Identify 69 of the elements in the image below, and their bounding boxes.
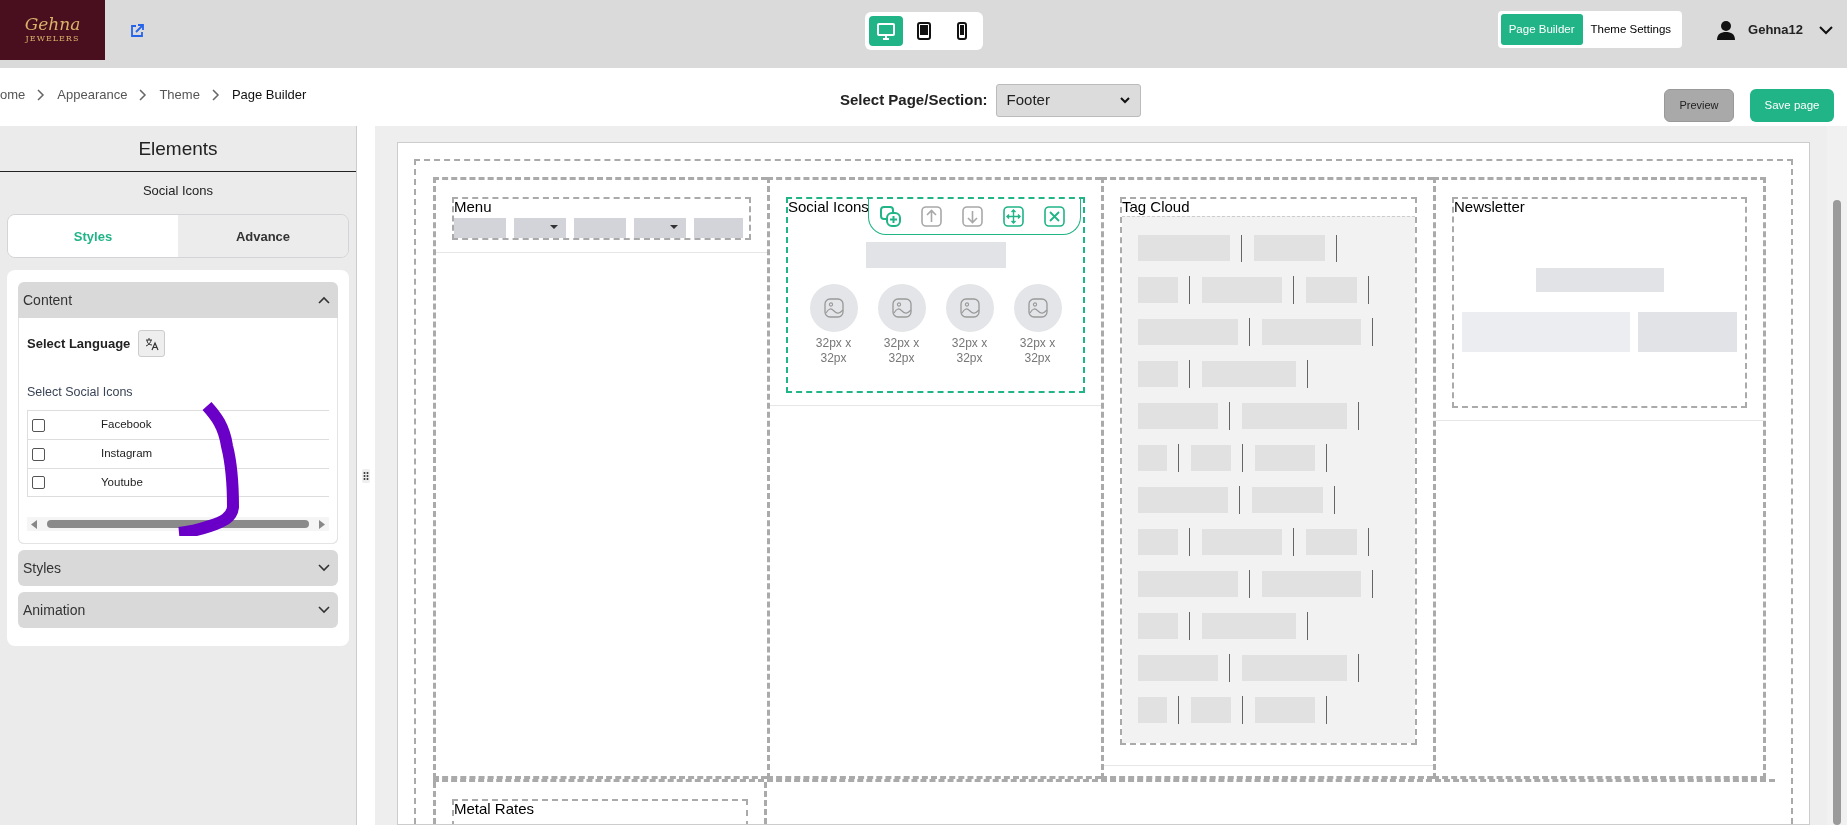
element-box[interactable]: Newsletter [1452, 197, 1747, 408]
chevron-down-icon [318, 606, 330, 615]
element-title: Metal Rates [454, 801, 536, 818]
user-name[interactable]: Gehna12 [1748, 19, 1803, 40]
element-box[interactable]: Social Icons 32px x 32px 32px x 32px 32px x 32px 32px x 32px [786, 197, 1085, 393]
move-icon [1002, 205, 1025, 228]
scroll-right-icon[interactable] [318, 519, 325, 529]
element-title: Menu [454, 199, 493, 216]
icon-size-caption: 32px x 32px [814, 335, 853, 367]
option-label: Youtube [101, 474, 143, 490]
chevron-down-icon[interactable] [1819, 24, 1833, 35]
accordion-title: Animation [23, 600, 86, 620]
preview-button[interactable]: Preview [1664, 89, 1734, 122]
resize-handle-icon[interactable] [362, 468, 370, 483]
tablet-icon [914, 22, 933, 40]
element-box[interactable]: Menu [452, 197, 751, 240]
image-icon [822, 296, 845, 319]
chevron-right-icon [37, 88, 46, 101]
element-box[interactable]: Tag Cloud [1120, 197, 1417, 745]
accordion-header[interactable]: Styles [18, 550, 338, 587]
element-box[interactable]: Metal Rates [452, 799, 748, 824]
image-icon [958, 296, 981, 319]
image-icon [1026, 296, 1049, 319]
element-name: Social Icons [141, 181, 215, 200]
close-button[interactable] [1043, 205, 1066, 228]
icon-size-caption: 32px x 32px [950, 335, 989, 367]
element-title: Social Icons [788, 199, 870, 216]
accordion-title: Content [23, 290, 73, 310]
external-link-icon[interactable] [129, 22, 145, 39]
panel-title: Elements [0, 126, 356, 172]
accordion-header[interactable]: Animation [18, 592, 338, 629]
option-label: Facebook [101, 417, 152, 433]
icon-size-caption: 32px x 32px [882, 335, 921, 367]
translate-button[interactable] [138, 330, 166, 358]
chevron-down-icon [318, 564, 330, 573]
duplicate-button[interactable] [879, 205, 902, 228]
move-button[interactable] [1002, 205, 1025, 228]
page-section-label: Select Page/Section: [840, 90, 988, 111]
translate-icon [144, 336, 159, 351]
logo-subtitle: JEWELERS [25, 32, 80, 45]
checkbox[interactable] [32, 418, 45, 432]
image-icon [890, 296, 913, 319]
duplicate-icon [879, 205, 902, 228]
scroll-left-icon[interactable] [31, 519, 38, 529]
arrow-down-icon [961, 205, 984, 228]
accordion-header[interactable]: Content [18, 282, 338, 319]
checkbox[interactable] [32, 447, 45, 461]
icon-size-caption: 32px x 32px [1018, 335, 1057, 367]
chevron-right-icon [211, 88, 220, 101]
checkbox[interactable] [32, 476, 45, 490]
arrow-up-icon [920, 205, 943, 228]
element-title: Tag Cloud [1122, 199, 1191, 216]
option-label: Instagram [101, 446, 153, 462]
page-section-select[interactable]: Footer [995, 84, 1141, 117]
chevron-up-icon [318, 296, 330, 305]
breadcrumb-link[interactable]: ome [0, 85, 26, 105]
accordion-title: Styles [23, 558, 62, 578]
breadcrumb-link[interactable]: Appearance [57, 85, 128, 105]
breadcrumb-link[interactable]: Theme [159, 85, 200, 105]
element-title: Newsletter [1454, 199, 1526, 216]
logo-text: Gehna [24, 15, 81, 33]
close-icon [1043, 205, 1066, 228]
breadcrumb-current: Page Builder [231, 86, 307, 104]
social-icons-label: Select Social Icons [27, 384, 134, 402]
user-icon[interactable] [1716, 19, 1737, 40]
chevron-right-icon [139, 88, 148, 101]
language-label: Select Language [27, 335, 131, 354]
caret-icon [1119, 97, 1130, 104]
desktop-icon [876, 22, 895, 40]
